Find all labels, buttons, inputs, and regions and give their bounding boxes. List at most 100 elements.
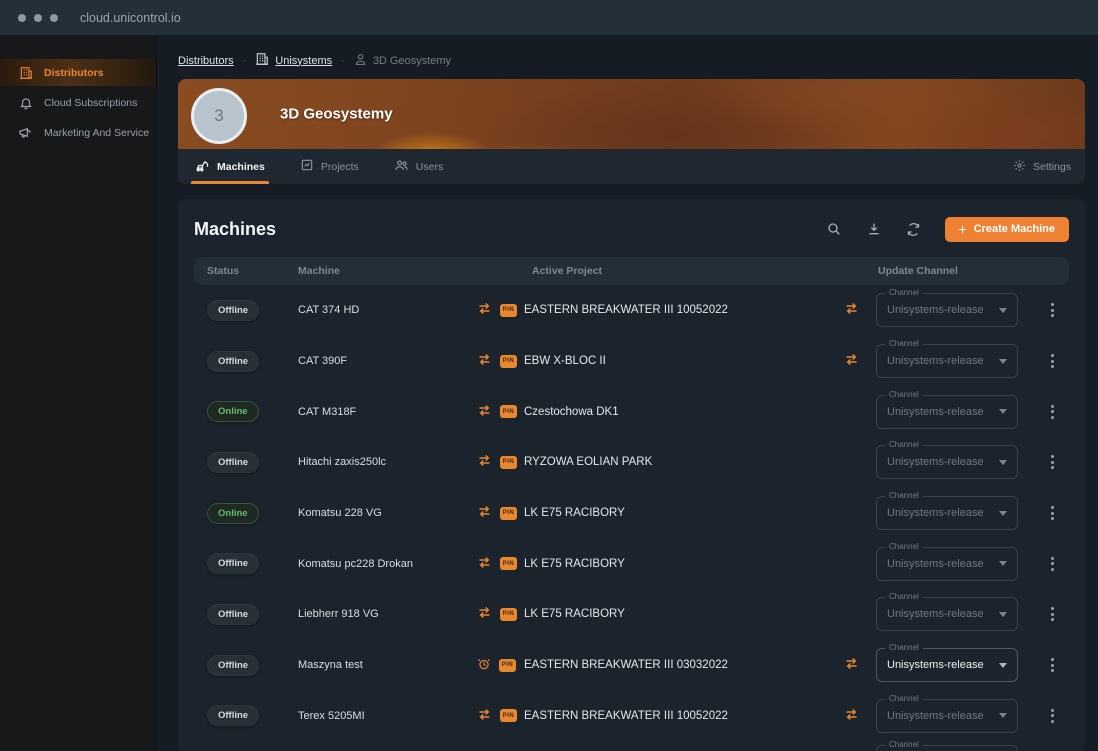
table-row: Offline CAT 374 HD PIN EASTERN BREAKWATE… <box>194 285 1069 336</box>
window-dot[interactable] <box>34 13 42 22</box>
pin-badge: PIN <box>500 709 517 723</box>
chevron-down-icon <box>999 713 1007 719</box>
table-row: Offline CAT 390F PIN EBW X-BLOC II Chann… <box>194 336 1069 387</box>
channel-select-label: Channel <box>885 440 923 450</box>
row-menu-button[interactable] <box>1047 603 1058 625</box>
channel-select-label: Channel <box>885 592 923 602</box>
url-bar[interactable]: cloud.unicontrol.io <box>80 11 181 25</box>
sidebar-item-label: Distributors <box>44 66 104 79</box>
status-badge: Offline <box>207 299 260 321</box>
status-badge: Online <box>207 401 259 423</box>
channel-select-label: Channel <box>885 740 923 750</box>
main-content: Distributors · Unisystems · 3D Geosystemy 3 … <box>157 35 1098 751</box>
table-header: Status Machine Active Project Update Cha… <box>194 257 1069 285</box>
channel-select[interactable]: Channel Unisystems-release <box>876 541 1018 581</box>
schedule-icon[interactable] <box>477 657 491 674</box>
sidebar-item-marketing-and-service[interactable]: Marketing And Service <box>0 119 156 146</box>
machine-name: CAT M318F <box>298 405 357 418</box>
table-row: Online CAT M318F PIN Czestochowa DK1 Cha… <box>194 386 1069 437</box>
table-body: Offline CAT 374 HD PIN EASTERN BREAKWATE… <box>194 285 1069 741</box>
row-menu-button[interactable] <box>1047 553 1058 575</box>
channel-select[interactable]: Channel Unisystems-release <box>876 440 1018 480</box>
row-menu-button[interactable] <box>1047 502 1058 524</box>
column-header-active-project: Active Project <box>532 265 603 277</box>
active-project-name: LK E75 RACIBORY <box>524 557 625 570</box>
channel-select[interactable]: Channel Unisystems-release <box>876 693 1018 733</box>
active-project-name: RYZOWA EOLIAN PARK <box>524 456 653 469</box>
row-menu-button[interactable] <box>1047 705 1058 727</box>
pin-badge: PIN <box>500 557 517 571</box>
swap-project-icon[interactable] <box>477 454 492 470</box>
swap-project-icon[interactable] <box>477 606 492 622</box>
swap-project-icon[interactable] <box>477 302 492 318</box>
chevron-down-icon <box>999 662 1007 668</box>
table-row: Offline Liebherr 918 VG PIN LK E75 RACIB… <box>194 589 1069 640</box>
pin-badge: PIN <box>500 506 517 520</box>
chevron-down-icon <box>999 510 1007 516</box>
sidebar-item-cloud-subscriptions[interactable]: Cloud Subscriptions <box>0 89 156 116</box>
pin-badge: PIN <box>500 303 517 317</box>
channel-select[interactable]: Channel Unisystems-release <box>876 389 1018 429</box>
channel-select[interactable]: Channel Unisystems-release <box>876 339 1018 379</box>
machine-name: CAT 374 HD <box>298 304 360 317</box>
channel-select[interactable]: Channel Unisystems-release <box>876 592 1018 632</box>
channel-select[interactable]: Channel Unisystems-release <box>876 491 1018 531</box>
machine-name: Terex 5205MI <box>298 709 365 722</box>
transfer-project-icon[interactable] <box>844 302 859 318</box>
breadcrumb-separator: · <box>341 54 345 67</box>
distributor-header-card: 3 3D Geosystemy Machines Projects Users Set… <box>178 79 1085 184</box>
sidebar-item-label: Cloud Subscriptions <box>44 96 138 109</box>
transfer-project-icon[interactable] <box>844 657 859 673</box>
tab-machines[interactable]: Machines <box>191 149 269 184</box>
swap-project-icon[interactable] <box>477 404 492 420</box>
channel-select-label: Channel <box>885 643 923 653</box>
status-badge: Offline <box>207 654 260 676</box>
swap-project-icon[interactable] <box>477 353 492 369</box>
create-machine-button[interactable]: + Create Machine <box>944 216 1069 242</box>
project-icon <box>300 158 314 175</box>
sidebar-item-distributors[interactable]: Distributors <box>0 59 156 86</box>
machine-name: CAT 390F <box>298 355 348 368</box>
active-project-name: EASTERN BREAKWATER III 03032022 <box>524 659 728 672</box>
breadcrumb-item[interactable]: Distributors <box>178 55 234 67</box>
breadcrumb-item[interactable]: Unisystems <box>255 52 332 69</box>
tab-settings[interactable]: Settings <box>1013 149 1071 184</box>
download-icon[interactable] <box>861 216 887 242</box>
active-project-name: EBW X-BLOC II <box>524 355 606 368</box>
row-menu-button[interactable] <box>1047 401 1058 423</box>
row-menu-button[interactable] <box>1047 654 1058 676</box>
active-project-name: LK E75 RACIBORY <box>524 507 625 520</box>
search-icon[interactable] <box>821 216 847 242</box>
channel-select-value: Unisystems-release <box>887 456 984 469</box>
channel-select[interactable]: Channel Unisystems-release <box>876 643 1018 683</box>
window-controls[interactable] <box>18 13 58 22</box>
swap-project-icon[interactable] <box>477 505 492 521</box>
transfer-project-icon[interactable] <box>844 353 859 369</box>
tab-projects[interactable]: Projects <box>300 149 359 184</box>
channel-select-label: Channel <box>885 491 923 501</box>
active-project-name: EASTERN BREAKWATER III 10052022 <box>524 709 728 722</box>
plus-icon: + <box>958 221 967 237</box>
transfer-project-icon[interactable] <box>844 708 859 724</box>
status-badge: Offline <box>207 350 260 372</box>
channel-select[interactable]: Channel Unisystems-release <box>876 288 1018 328</box>
pin-badge: PIN <box>500 405 517 419</box>
row-menu-button[interactable] <box>1047 350 1058 372</box>
channel-select-label: Channel <box>885 693 923 703</box>
row-menu-button[interactable] <box>1047 451 1058 473</box>
tab-users[interactable]: Users <box>394 149 443 184</box>
table-row: Offline Hitachi zaxis250lc PIN RYZOWA EO… <box>194 437 1069 488</box>
machines-card: Machines + Create Machine Status Machine… <box>178 199 1085 751</box>
window-dot[interactable] <box>18 13 26 22</box>
window-dot[interactable] <box>50 13 58 22</box>
breadcrumb: Distributors · Unisystems · 3D Geosystemy <box>178 52 1085 69</box>
column-header-update-channel: Update Channel <box>878 265 958 277</box>
row-menu-button[interactable] <box>1047 299 1058 321</box>
channel-select[interactable]: Channel <box>876 740 1018 751</box>
swap-project-icon[interactable] <box>477 556 492 572</box>
section-title: Machines <box>194 218 277 239</box>
swap-project-icon[interactable] <box>477 708 492 724</box>
refresh-icon[interactable] <box>901 216 927 242</box>
table-row: Offline Terex 5205MI PIN EASTERN BREAKWA… <box>194 691 1069 742</box>
channel-select-label: Channel <box>885 389 923 399</box>
